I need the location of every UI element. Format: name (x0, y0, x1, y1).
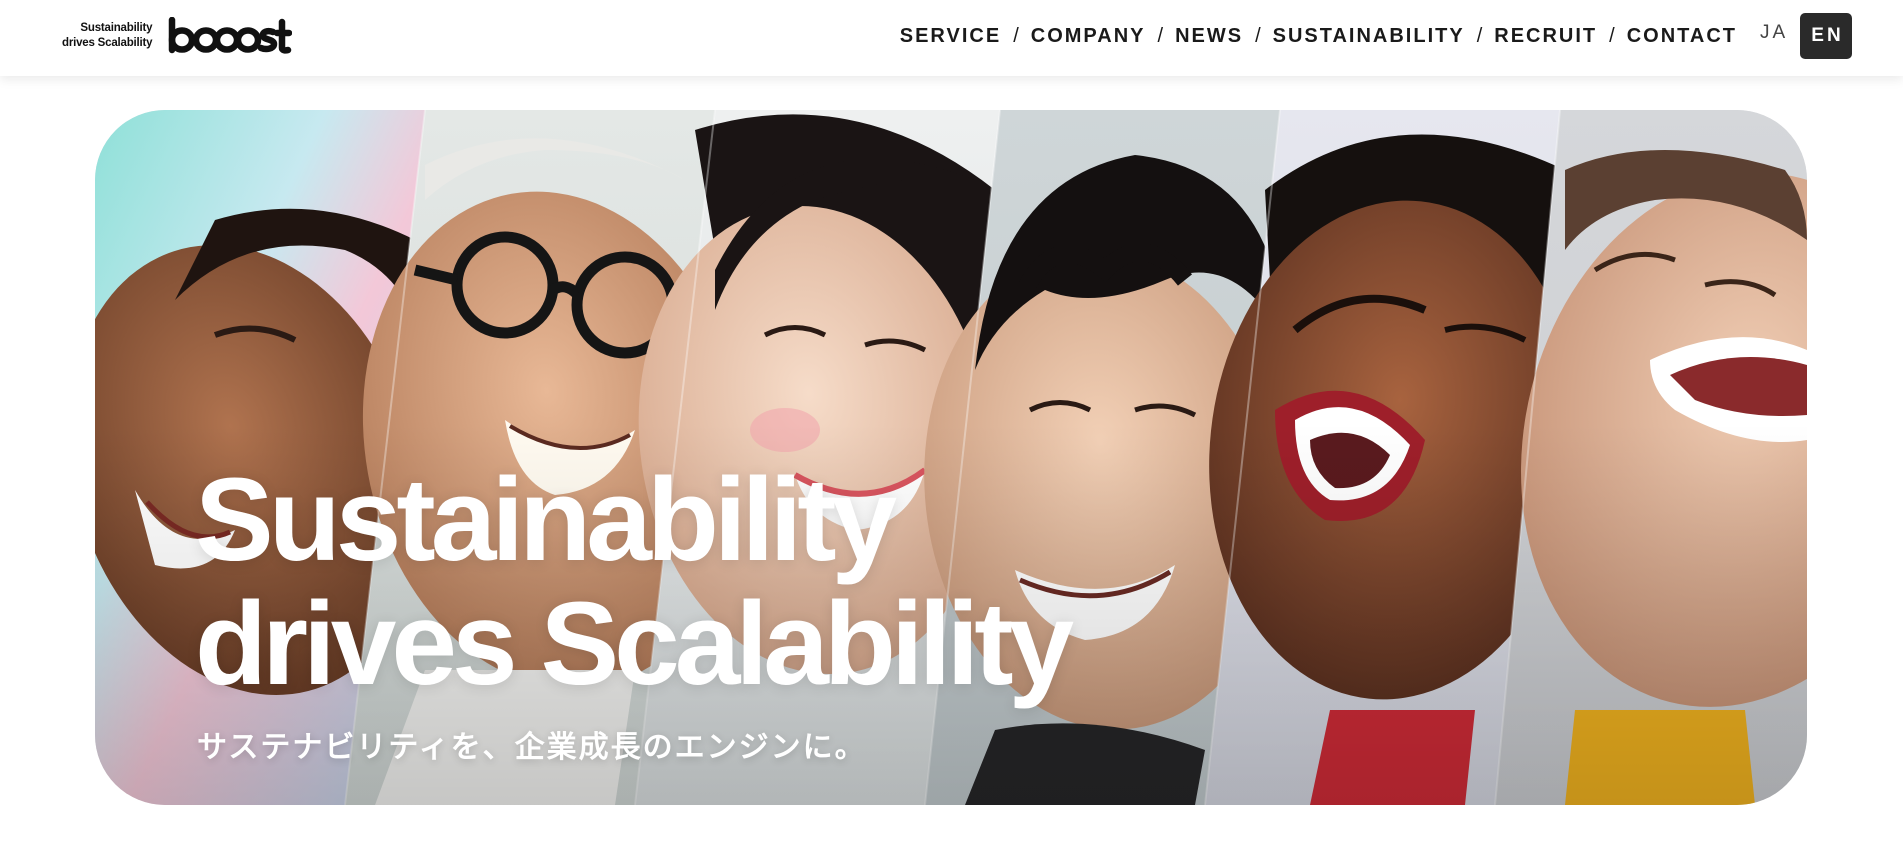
nav-item-news[interactable]: NEWS (1175, 25, 1243, 48)
nav-separator: / (1609, 24, 1615, 47)
nav-item-company[interactable]: COMPANY (1031, 25, 1146, 48)
nav-separator: / (1013, 24, 1019, 47)
logo-tagline: Sustainability drives Scalability (62, 21, 153, 51)
hero-subtitle: サステナビリティを、企業成長のエンジンに。 (197, 730, 867, 765)
nav-separator: / (1476, 24, 1483, 47)
hero-title-line2: drives Scalability (195, 578, 1074, 710)
nav-separator: / (1255, 24, 1261, 47)
booost-wordmark-logo (169, 17, 293, 54)
nav-item-recruit[interactable]: RECRUIT (1494, 25, 1597, 48)
main-nav: SERVICE / COMPANY / NEWS / SUSTAINABILIT… (900, 0, 1737, 72)
nav-item-contact[interactable]: CONTACT (1627, 25, 1737, 48)
language-en-button[interactable]: EN (1800, 13, 1852, 59)
nav-separator: / (1157, 24, 1164, 47)
language-ja-button[interactable]: JA (1760, 22, 1788, 44)
site-header: Sustainability drives Scalability SERVIC… (0, 0, 1903, 76)
nav-item-service[interactable]: SERVICE (900, 25, 1001, 48)
hero-title-line1: Sustainability (195, 454, 897, 586)
nav-item-sustainability[interactable]: SUSTAINABILITY (1273, 25, 1465, 48)
hero-title: Sustainability drives Scalability (195, 454, 1074, 710)
logo-tagline-line2: drives Scalability (62, 37, 153, 49)
hero-banner: Sustainability drives Scalability サステナビリ… (95, 110, 1807, 805)
logo-tagline-line1: Sustainability (80, 22, 153, 34)
logo-link[interactable]: Sustainability drives Scalability (62, 17, 293, 55)
